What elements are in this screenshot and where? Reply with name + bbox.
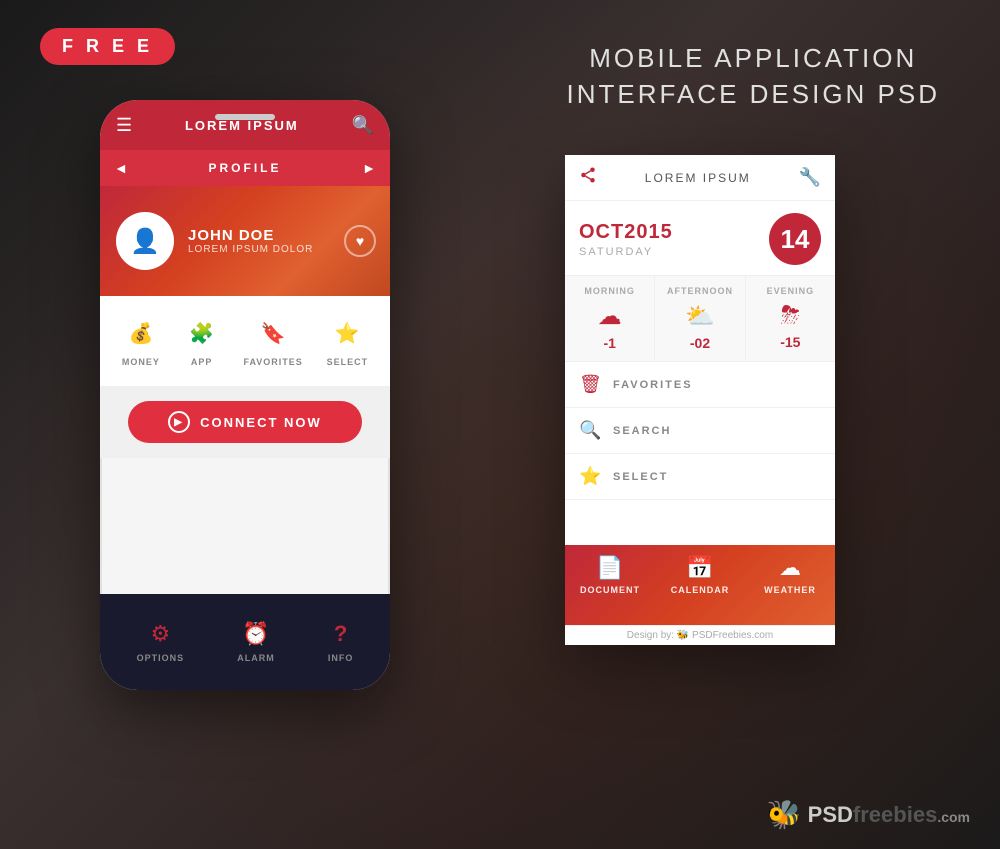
search-list-icon: 🔍 bbox=[579, 420, 599, 441]
heart-icon[interactable]: ♥ bbox=[344, 225, 376, 257]
storm-icon-evening: ⛈ bbox=[781, 302, 800, 330]
avatar: 👤 bbox=[116, 212, 174, 270]
favorites-label: FAVORITES bbox=[243, 357, 302, 367]
cloud-icon-morning: ☁ bbox=[598, 302, 622, 331]
month-year: OCT2015 bbox=[579, 221, 673, 244]
document-icon: 📄 bbox=[596, 555, 623, 581]
list-items: 🗑 FAVORITES 🔍 SEARCH ⭐ SELECT bbox=[565, 362, 835, 545]
wrench-icon[interactable]: 🔧 bbox=[799, 167, 821, 188]
afternoon-label: AFTERNOON bbox=[667, 286, 733, 296]
tab-document[interactable]: 📄 DOCUMENT bbox=[565, 555, 655, 595]
calendar-icon: 📅 bbox=[686, 555, 713, 581]
list-item-select[interactable]: ⭐ SELECT bbox=[565, 454, 835, 500]
money-label: MONEY bbox=[122, 357, 160, 367]
favorites-item-label: FAVORITES bbox=[613, 379, 693, 391]
menu-item-app[interactable]: 🧩 APP bbox=[184, 315, 220, 367]
afternoon-temp: -02 bbox=[690, 335, 710, 351]
weather-evening: EVENING ⛈ -15 bbox=[746, 276, 835, 361]
search-icon[interactable]: 🔍 bbox=[352, 115, 374, 136]
tab-calendar[interactable]: 📅 CALENDAR bbox=[655, 555, 745, 595]
morning-label: MORNING bbox=[584, 286, 635, 296]
evening-label: EVENING bbox=[767, 286, 815, 296]
arrow-left-icon[interactable]: ◄ bbox=[114, 160, 128, 176]
weather-afternoon: AFTERNOON ⛅ -02 bbox=[655, 276, 745, 361]
phone-topbar: ☰ LOREM IPSUM 🔍 bbox=[100, 100, 390, 150]
weather-morning: MORNING ☁ -1 bbox=[565, 276, 655, 361]
menu-item-money[interactable]: 💰 MONEY bbox=[122, 315, 160, 367]
watermark: 🐝 PSDfreebies.com bbox=[767, 798, 970, 831]
nav-alarm[interactable]: ⏰ ALARM bbox=[237, 621, 275, 663]
title-block: MOBILE APPLICATION INTERFACE DESIGN PSD bbox=[567, 40, 941, 113]
money-icon: 💰 bbox=[123, 315, 159, 351]
menu-icons: 💰 MONEY 🧩 APP 🔖 FAVORITES ⭐ SELECT bbox=[100, 296, 390, 386]
date-section: OCT2015 SATURDAY 14 bbox=[565, 201, 835, 275]
options-icon: ⚙ bbox=[150, 621, 170, 647]
list-item-favorites[interactable]: 🗑 FAVORITES bbox=[565, 362, 835, 408]
play-icon: ▶ bbox=[168, 411, 190, 433]
connect-label: CONNECT NOW bbox=[200, 415, 322, 430]
morning-temp: -1 bbox=[603, 335, 615, 351]
date-left: OCT2015 SATURDAY bbox=[579, 221, 673, 258]
arrow-right-icon[interactable]: ► bbox=[362, 160, 376, 176]
cloud-icon-afternoon: ⛅ bbox=[685, 302, 715, 331]
right-panel-title: LOREM IPSUM bbox=[645, 171, 751, 185]
bottom-tabs: 📄 DOCUMENT 📅 CALENDAR ☁ WEATHER bbox=[565, 545, 835, 625]
alarm-label: ALARM bbox=[237, 653, 275, 663]
weather-tab-label: WEATHER bbox=[764, 585, 816, 595]
app-label: APP bbox=[191, 357, 213, 367]
nav-options[interactable]: ⚙ OPTIONS bbox=[137, 621, 185, 663]
day-number-circle: 14 bbox=[769, 213, 821, 265]
day-name: SATURDAY bbox=[579, 246, 673, 258]
watermark-text: PSDfreebies.com bbox=[808, 802, 970, 828]
options-label: OPTIONS bbox=[137, 653, 185, 663]
hamburger-icon[interactable]: ☰ bbox=[116, 115, 132, 136]
search-item-label: SEARCH bbox=[613, 425, 671, 437]
profile-nav-label: PROFILE bbox=[208, 161, 281, 175]
document-tab-label: DOCUMENT bbox=[580, 585, 640, 595]
alarm-icon: ⏰ bbox=[242, 621, 269, 647]
connect-section: ▶ CONNECT NOW bbox=[100, 386, 390, 458]
info-label: INFO bbox=[328, 653, 354, 663]
bottom-nav: ⚙ OPTIONS ⏰ ALARM ? INFO bbox=[100, 594, 390, 690]
weather-tab-icon: ☁ bbox=[779, 555, 801, 581]
info-icon: ? bbox=[334, 621, 347, 647]
star-list-icon: ⭐ bbox=[579, 466, 599, 487]
title-line2: INTERFACE DESIGN PSD bbox=[567, 76, 941, 112]
tab-weather[interactable]: ☁ WEATHER bbox=[745, 555, 835, 595]
star-icon: ⭐ bbox=[329, 315, 365, 351]
nav-info[interactable]: ? INFO bbox=[328, 621, 354, 663]
select-label: SELECT bbox=[327, 357, 369, 367]
free-badge: F R E E bbox=[40, 28, 175, 65]
menu-item-select[interactable]: ⭐ SELECT bbox=[327, 315, 369, 367]
brand-bold: freebies bbox=[853, 802, 937, 827]
phone-left: ☰ LOREM IPSUM 🔍 ◄ PROFILE ► 👤 JOHN DOE L… bbox=[100, 100, 390, 690]
bookmark-icon: 🔖 bbox=[255, 315, 291, 351]
list-item-search[interactable]: 🔍 SEARCH bbox=[565, 408, 835, 454]
panel-right: LOREM IPSUM 🔧 OCT2015 SATURDAY 14 MORNIN… bbox=[565, 155, 835, 645]
calendar-tab-label: CALENDAR bbox=[671, 585, 730, 595]
evening-temp: -15 bbox=[780, 334, 800, 350]
app-icon: 🧩 bbox=[184, 315, 220, 351]
profile-subtitle: LOREM IPSUM DOLOR bbox=[188, 244, 313, 255]
trash-icon: 🗑 bbox=[579, 374, 599, 395]
menu-item-favorites[interactable]: 🔖 FAVORITES bbox=[243, 315, 302, 367]
right-topbar: LOREM IPSUM 🔧 bbox=[565, 155, 835, 201]
weather-section: MORNING ☁ -1 AFTERNOON ⛅ -02 EVENING ⛈ -… bbox=[565, 275, 835, 362]
profile-name: JOHN DOE bbox=[188, 227, 313, 244]
connect-button[interactable]: ▶ CONNECT NOW bbox=[128, 401, 362, 443]
brand-regular: PSD bbox=[808, 802, 853, 827]
profile-info: JOHN DOE LOREM IPSUM DOLOR bbox=[188, 227, 313, 255]
select-item-label: SELECT bbox=[613, 471, 668, 483]
bee-icon: 🐝 bbox=[767, 798, 802, 831]
attribution: Design by: 🐝 PSDFreebies.com bbox=[565, 625, 835, 645]
profile-nav: ◄ PROFILE ► bbox=[100, 150, 390, 186]
title-line1: MOBILE APPLICATION bbox=[567, 40, 941, 76]
share-icon[interactable] bbox=[579, 166, 597, 189]
phone-title: LOREM IPSUM bbox=[185, 118, 299, 133]
profile-hero: 👤 JOHN DOE LOREM IPSUM DOLOR ♥ bbox=[100, 186, 390, 296]
